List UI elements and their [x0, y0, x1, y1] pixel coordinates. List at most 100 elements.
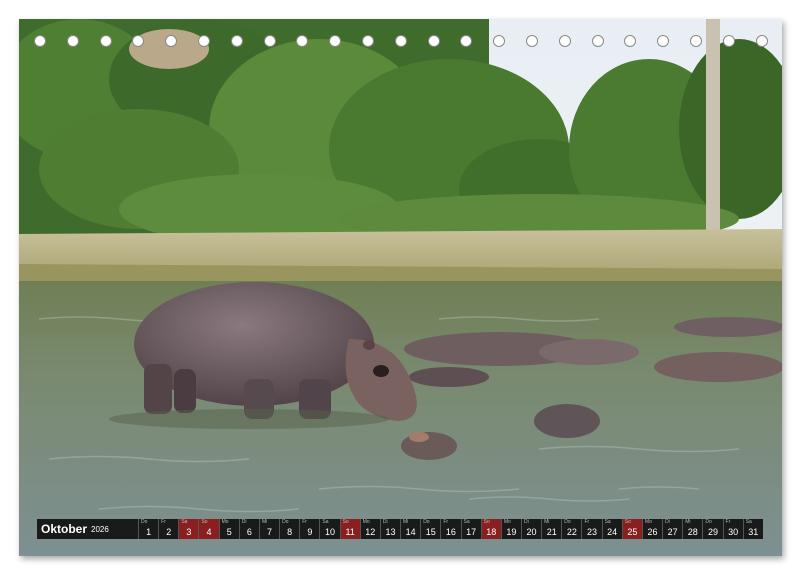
day-cells: Do 1 Fr 2 Sa 3 So 4 Mo 5 Di 6 Mi 7 Do 8 Fr 9 Sa 10 So 11 Mo 12 D…: [138, 519, 763, 539]
binding-hole: [362, 35, 374, 47]
calendar-page: Oktober 2026 Do 1 Fr 2 Sa 3 So 4 Mo 5 Di 6 Mi 7 Do 8 Fr 9…: [19, 19, 782, 556]
day-cell: Di 6: [238, 519, 259, 539]
day-number: 19: [506, 527, 517, 537]
day-number: 16: [445, 527, 456, 537]
day-cell: Do 22: [561, 519, 581, 539]
weekday-label: Mo: [362, 519, 370, 525]
binding-hole: [132, 35, 145, 47]
hippo-river-photo: [19, 19, 782, 556]
day-cell: Fr 16: [440, 519, 460, 539]
binding-hole: [460, 35, 473, 47]
binding-hole: [66, 35, 79, 47]
day-number: 29: [707, 527, 718, 537]
weekday-label: Mo: [221, 519, 229, 525]
day-number: 4: [206, 527, 212, 537]
weekday-label: Sa: [604, 519, 611, 525]
day-number: 30: [728, 527, 739, 537]
weekday-label: Mi: [544, 519, 550, 525]
weekday-label: Mo: [644, 519, 652, 525]
day-number: 27: [667, 527, 678, 537]
day-number: 7: [267, 527, 273, 537]
year-label: 2026: [91, 524, 109, 534]
weekday-label: Di: [382, 519, 388, 525]
binding-holes: [19, 35, 782, 49]
binding-hole: [624, 35, 637, 47]
day-number: 25: [627, 527, 638, 537]
day-cell: Fr 30: [722, 519, 743, 539]
binding-hole: [394, 35, 407, 47]
day-cell: Sa 24: [601, 519, 622, 539]
weekday-label: So: [624, 519, 631, 525]
weekday-label: Do: [705, 519, 712, 525]
weekday-label: Mi: [685, 519, 691, 525]
day-cell: Di 27: [662, 519, 682, 539]
day-number: 28: [687, 527, 698, 537]
binding-hole: [99, 35, 112, 47]
weekday-label: Do: [141, 519, 148, 525]
day-number: 26: [647, 527, 658, 537]
day-cell: Fr 2: [158, 519, 178, 539]
binding-hole: [722, 35, 735, 47]
binding-hole: [230, 35, 243, 47]
weekday-label: Sa: [322, 519, 329, 525]
weekday-label: Mo: [503, 519, 511, 525]
day-cell: Mi 21: [541, 519, 561, 539]
day-number: 10: [324, 527, 335, 537]
weekday-label: Di: [523, 519, 529, 525]
weekday-label: Fr: [161, 519, 166, 525]
day-cell: So 11: [339, 519, 360, 539]
day-number: 15: [425, 527, 436, 537]
day-number: 13: [385, 527, 396, 537]
binding-hole: [591, 35, 604, 47]
binding-hole: [657, 35, 670, 47]
day-number: 1: [146, 527, 152, 537]
weekday-label: Fr: [443, 519, 449, 525]
day-cell: So 25: [621, 519, 642, 539]
day-cell: Mi 7: [258, 519, 279, 539]
day-cell: So 18: [480, 519, 501, 539]
day-number: 24: [607, 527, 618, 537]
day-number: 12: [365, 527, 376, 537]
binding-hole: [526, 35, 538, 47]
weekday-label: Do: [564, 519, 571, 525]
weekday-label: Mi: [403, 519, 409, 525]
binding-hole: [34, 35, 46, 47]
weekday-label: Fr: [725, 519, 731, 525]
day-cell: Do 29: [702, 519, 722, 539]
day-cell: Di 13: [379, 519, 400, 539]
day-cell: Mi 14: [400, 519, 420, 539]
day-cell: Do 1: [138, 519, 158, 539]
weekday-label: So: [342, 519, 349, 525]
day-cell: Sa 3: [178, 519, 199, 539]
day-number: 20: [526, 527, 537, 537]
day-number: 5: [226, 527, 232, 537]
day-number: 18: [486, 527, 497, 537]
day-cell: Fr 23: [581, 519, 601, 539]
binding-hole: [329, 35, 342, 47]
binding-hole: [296, 35, 309, 47]
day-cell: Fr 9: [299, 519, 319, 539]
day-number: 21: [546, 527, 557, 537]
day-number: 23: [587, 527, 598, 537]
binding-hole: [755, 35, 768, 47]
weekday-label: Fr: [302, 519, 307, 525]
day-cell: Do 8: [279, 519, 299, 539]
day-cell: Sa 17: [460, 519, 481, 539]
binding-hole: [493, 35, 506, 47]
day-cell: Di 20: [520, 519, 541, 539]
binding-hole: [558, 35, 571, 47]
binding-hole: [198, 35, 210, 47]
binding-hole: [263, 35, 276, 47]
day-number: 17: [466, 527, 477, 537]
day-cell: Mo 26: [641, 519, 662, 539]
weekday-label: Fr: [584, 519, 590, 525]
binding-hole: [690, 35, 702, 47]
weekday-label: Di: [241, 519, 247, 525]
day-cell: Sa 31: [742, 519, 763, 539]
day-cell: So 4: [198, 519, 219, 539]
weekday-label: So: [201, 519, 208, 525]
month-label: Oktober 2026: [37, 519, 138, 539]
day-number: 22: [566, 527, 577, 537]
day-cell: Mo 5: [218, 519, 239, 539]
day-cell: Mo 19: [500, 519, 521, 539]
